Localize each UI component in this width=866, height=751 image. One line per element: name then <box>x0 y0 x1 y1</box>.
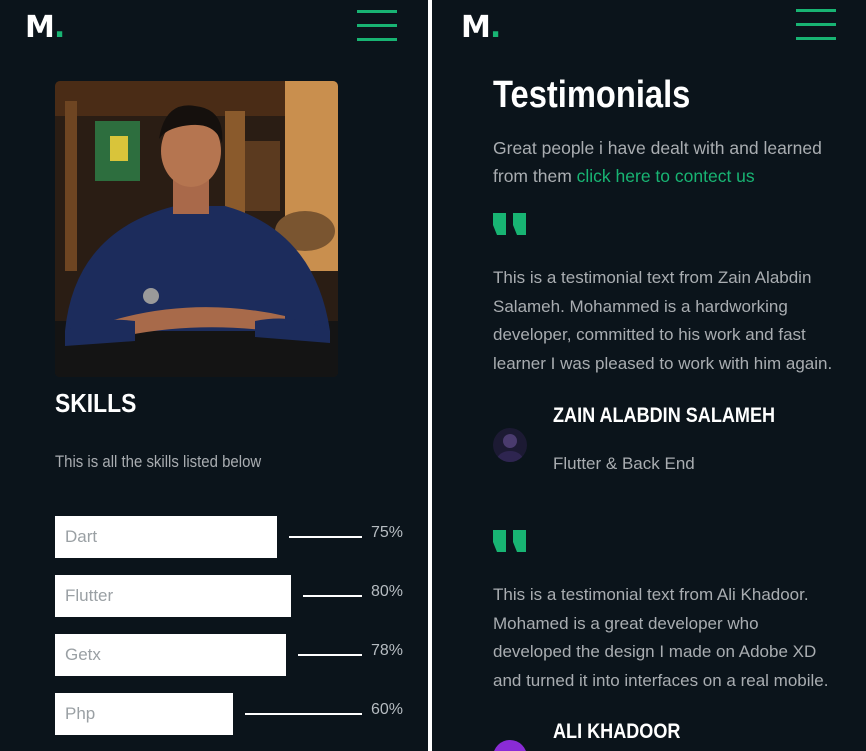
logo-dot: . <box>489 10 501 45</box>
avatar <box>493 740 527 751</box>
contact-link[interactable]: click here to contect us <box>577 166 755 186</box>
testimonial-author-role: Flutter & Back End <box>553 454 695 473</box>
skill-row: Getx 78% <box>55 634 428 676</box>
skill-name-box: Flutter <box>55 575 291 617</box>
mobile-screen-left: M. SKILLS This is all the skills listed … <box>0 0 428 751</box>
testimonial-author-name: ZAIN ALABDIN SALAMEH <box>553 404 776 427</box>
testimonial-text: This is a testimonial text from Zain Ala… <box>493 268 833 373</box>
avatar <box>493 428 527 462</box>
skill-percent: 75% <box>371 524 404 541</box>
skill-name-box: Dart <box>55 516 277 558</box>
testimonials-intro: Great people i have dealt with and learn… <box>493 134 823 190</box>
logo[interactable]: M. <box>461 10 501 45</box>
skill-line <box>289 536 362 538</box>
skill-name-box: Getx <box>55 634 286 676</box>
quote-mark-icon <box>493 213 526 235</box>
skill-row: Php 60% <box>55 693 428 735</box>
hamburger-menu-icon[interactable] <box>796 9 836 41</box>
logo-dot: . <box>53 10 65 45</box>
testimonial-text: This is a testimonial text from Ali Khad… <box>493 585 829 690</box>
testimonials-heading: Testimonials <box>493 74 691 116</box>
skill-row: Dart 75% <box>55 516 428 558</box>
skills-subtitle: This is all the skills listed below <box>55 452 262 471</box>
skill-name-box: Php <box>55 693 233 735</box>
logo-letter: M <box>461 10 491 45</box>
profile-photo <box>55 81 338 377</box>
quote-mark-icon <box>493 530 526 552</box>
skill-line <box>298 654 362 656</box>
hamburger-menu-icon[interactable] <box>357 10 397 42</box>
skills-heading: SKILLS <box>55 388 137 418</box>
testimonial-author-name: ALI KHADOOR <box>553 720 681 743</box>
skill-percent: 78% <box>371 642 404 659</box>
skill-row: Flutter 80% <box>55 575 428 617</box>
mobile-screen-right: M. Testimonials Great people i have deal… <box>432 0 866 751</box>
skill-line <box>245 713 362 715</box>
skill-line <box>303 595 362 597</box>
skill-percent: 60% <box>371 701 404 718</box>
skill-percent: 80% <box>371 583 404 600</box>
logo[interactable]: M. <box>25 10 65 45</box>
logo-letter: M <box>25 10 55 45</box>
